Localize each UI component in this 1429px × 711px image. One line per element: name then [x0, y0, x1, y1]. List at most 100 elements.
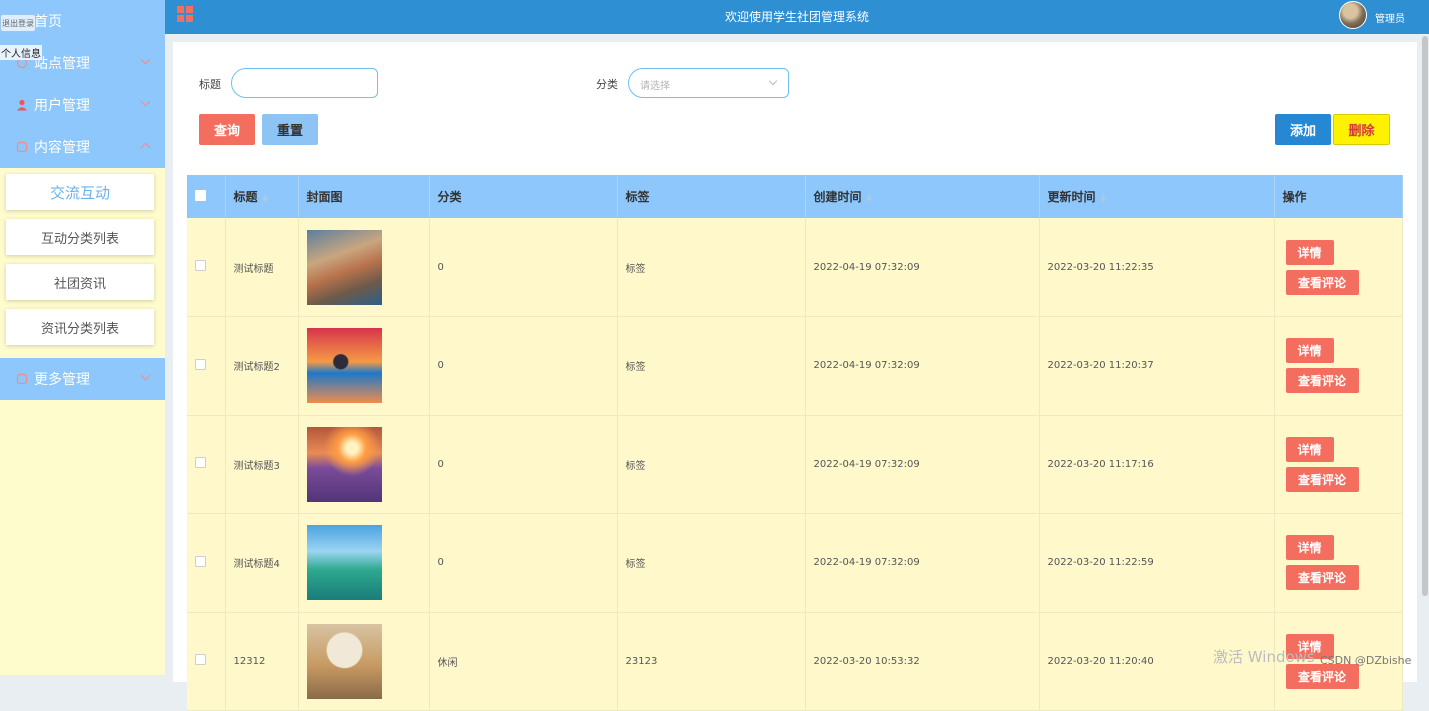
top-header: 欢迎使用学生社团管理系统 管理员: [165, 0, 1429, 34]
view-comments-button[interactable]: 查看评论: [1285, 663, 1359, 689]
cell-updated: 2022-03-20 11:22:35: [1039, 218, 1275, 317]
title-filter-input[interactable]: [231, 68, 378, 98]
chevron-down-icon: [768, 76, 778, 86]
cell-tag: 标签: [617, 316, 806, 415]
submenu-interaction-category-list[interactable]: 互动分类列表: [6, 219, 154, 255]
cell-actions: 详情 查看评论: [1274, 513, 1403, 612]
cover-image[interactable]: [306, 229, 382, 305]
table-header-row: 标题 ▲ ▼ 封面图 分类 标签 创建时间 ▲ ▼ 更新时间 ▲ ▼ 操作: [187, 175, 1403, 218]
sort-icon[interactable]: ▲ ▼: [1101, 192, 1107, 203]
view-comments-button[interactable]: 查看评论: [1285, 269, 1359, 295]
menu-more-management[interactable]: 更多管理: [0, 358, 165, 400]
chevron-down-icon: [140, 54, 151, 65]
cover-image[interactable]: [306, 328, 382, 404]
column-title-label: 标题: [233, 190, 258, 204]
cover-image[interactable]: [306, 426, 382, 502]
view-comments-button[interactable]: 查看评论: [1285, 565, 1359, 591]
cell-updated: 2022-03-20 11:22:59: [1039, 513, 1275, 612]
cell-title: 12312: [225, 612, 299, 711]
detail-button[interactable]: 详情: [1285, 535, 1334, 561]
cell-title: 测试标题: [225, 218, 299, 317]
reset-button[interactable]: 重置: [262, 114, 318, 145]
menu-content-management[interactable]: 内容管理: [0, 126, 165, 168]
cell-title: 测试标题4: [225, 513, 299, 612]
cell-category: 休闲: [429, 612, 618, 711]
row-select-cell: [187, 513, 226, 612]
category-placeholder: 请选择: [640, 81, 670, 92]
cell-created: 2022-04-19 07:32:09: [805, 316, 1040, 415]
menu-user-label: 用户管理: [34, 98, 90, 114]
cover-image[interactable]: [306, 525, 382, 601]
cell-cover: [298, 316, 430, 415]
user-name[interactable]: 管理员: [1375, 10, 1405, 25]
submenu-news-category-list[interactable]: 资讯分类列表: [6, 309, 154, 345]
personal-info-link[interactable]: 个人信息: [0, 45, 42, 60]
menu-user-management[interactable]: 用户管理: [0, 84, 165, 126]
vertical-scrollbar[interactable]: [1422, 36, 1428, 596]
column-header-updated[interactable]: 更新时间 ▲ ▼: [1039, 175, 1275, 218]
cell-cover: [298, 612, 430, 711]
more-icon: [16, 373, 28, 385]
cell-title: 测试标题2: [225, 316, 299, 415]
avatar[interactable]: [1339, 1, 1367, 29]
table-row: 测试标题2 0 标签 2022-04-19 07:32:09 2022-03-2…: [187, 316, 1403, 415]
add-button[interactable]: 添加: [1275, 114, 1331, 145]
chevron-down-icon: [140, 96, 151, 107]
cell-actions: 详情 查看评论: [1274, 218, 1403, 317]
view-comments-button[interactable]: 查看评论: [1285, 368, 1359, 394]
menu-content-label: 内容管理: [34, 140, 90, 156]
content-submenu: 交流互动 互动分类列表 社团资讯 资讯分类列表: [0, 168, 165, 358]
row-checkbox[interactable]: [195, 555, 206, 567]
column-created-label: 创建时间: [813, 190, 862, 204]
select-all-cell: [187, 175, 226, 218]
menu-more-label: 更多管理: [34, 372, 90, 388]
row-checkbox[interactable]: [195, 654, 206, 666]
submenu-interaction[interactable]: 交流互动: [6, 174, 154, 210]
category-select[interactable]: 请选择: [628, 68, 789, 98]
cell-cover: [298, 513, 430, 612]
menu-site-label: 站点管理: [34, 56, 90, 72]
cell-title: 测试标题3: [225, 415, 299, 514]
table-row: 测试标题 0 标签 2022-04-19 07:32:09 2022-03-20…: [187, 218, 1403, 317]
row-checkbox[interactable]: [195, 260, 206, 271]
windows-activation-watermark: 激活 Windows: [1213, 648, 1315, 666]
app-title: 欢迎使用学生社团管理系统: [724, 10, 869, 24]
sort-icon[interactable]: ▲ ▼: [263, 192, 269, 203]
cell-tag: 23123: [617, 612, 806, 711]
cell-tag: 标签: [617, 218, 806, 317]
user-icon: [16, 99, 28, 111]
row-select-cell: [187, 316, 226, 415]
table-row: 测试标题4 0 标签 2022-04-19 07:32:09 2022-03-2…: [187, 513, 1403, 612]
row-checkbox[interactable]: [195, 358, 206, 370]
detail-button[interactable]: 详情: [1285, 239, 1334, 265]
select-all-checkbox[interactable]: [195, 189, 206, 201]
column-header-actions: 操作: [1274, 175, 1403, 218]
logout-button[interactable]: 退出登录: [0, 14, 36, 32]
view-comments-button[interactable]: 查看评论: [1285, 466, 1359, 492]
csdn-watermark: CSDN @DZbishe: [1320, 654, 1412, 667]
delete-button[interactable]: 删除: [1333, 114, 1390, 145]
cell-category: 0: [429, 218, 618, 317]
chevron-down-icon: [140, 370, 151, 381]
cover-image[interactable]: [306, 623, 382, 699]
sidebar: 首页 站点管理 用户管理 内容管理 交流互动 互动分类列表 社团资讯 资讯分类列…: [0, 0, 165, 675]
column-header-tag: 标签: [617, 175, 806, 218]
cell-category: 0: [429, 415, 618, 514]
submenu-club-news[interactable]: 社团资讯: [6, 264, 154, 300]
sort-icon[interactable]: ▲ ▼: [867, 192, 873, 203]
column-header-cover: 封面图: [298, 175, 430, 218]
detail-button[interactable]: 详情: [1285, 338, 1334, 364]
column-header-title[interactable]: 标题 ▲ ▼: [225, 175, 299, 218]
row-checkbox[interactable]: [195, 457, 206, 469]
search-button[interactable]: 查询: [199, 114, 255, 145]
column-header-created[interactable]: 创建时间 ▲ ▼: [805, 175, 1040, 218]
chevron-up-icon: [140, 142, 151, 153]
detail-button[interactable]: 详情: [1285, 436, 1334, 462]
cell-tag: 标签: [617, 513, 806, 612]
cell-created: 2022-03-20 10:53:32: [805, 612, 1040, 711]
cell-tag: 标签: [617, 415, 806, 514]
row-select-cell: [187, 415, 226, 514]
content-card: 标题 分类 请选择 查询 重置 添加 删除 标题 ▲ ▼ 封面图 分类 标签 创建时…: [173, 42, 1417, 711]
cell-cover: [298, 415, 430, 514]
cell-category: 0: [429, 513, 618, 612]
